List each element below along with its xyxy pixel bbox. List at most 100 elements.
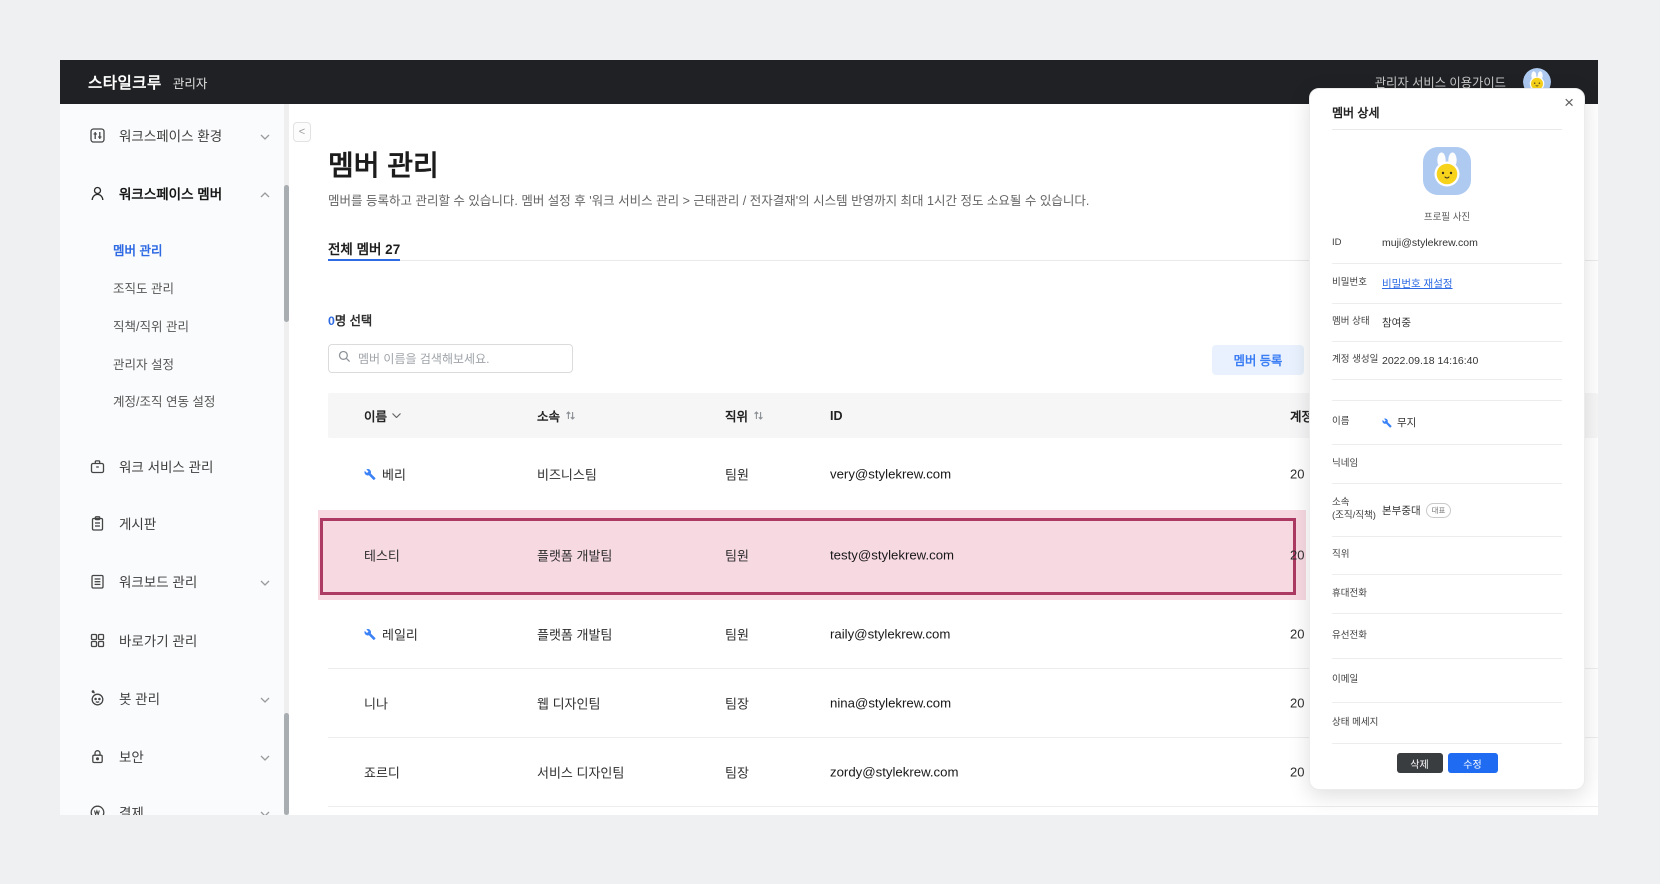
- sidebar-item-security[interactable]: 보안: [88, 744, 270, 768]
- field-row-landline: 유선전화: [1332, 614, 1562, 659]
- profile-section: 프로필 사진: [1310, 147, 1584, 223]
- member-created-cell: 20: [1290, 696, 1304, 711]
- member-id-cell: very@stylekrew.com: [830, 467, 951, 482]
- sidebar-item-shortcut[interactable]: 바로가기 관리: [88, 628, 270, 652]
- chevron-down-icon: [260, 128, 270, 143]
- delete-button[interactable]: 삭제: [1397, 753, 1443, 773]
- grid-icon: [88, 631, 106, 649]
- member-name-cell: 테스티: [364, 546, 400, 565]
- profile-photo-label: 프로필 사진: [1310, 209, 1584, 223]
- member-id-cell: testy@stylekrew.com: [830, 548, 954, 563]
- column-header-org[interactable]: 소속: [537, 393, 576, 438]
- sidebar-item-bulletin[interactable]: 게시판: [88, 511, 270, 535]
- member-position-cell: 팀장: [725, 694, 749, 713]
- admin-wrench-icon: [364, 468, 376, 480]
- chevron-down-icon: [260, 691, 270, 706]
- member-name-cell: 니나: [364, 694, 388, 713]
- panel-buttons: 삭제 수정: [1332, 753, 1562, 773]
- column-header-position[interactable]: 직위: [725, 393, 764, 438]
- sidebar-item-payment[interactable]: 결제: [88, 800, 270, 815]
- chevron-down-icon: [260, 574, 270, 589]
- edit-button[interactable]: 수정: [1448, 753, 1498, 773]
- chevron-down-icon: [392, 413, 401, 418]
- brand-logo[interactable]: 스타일크루: [88, 71, 162, 93]
- screen-background: 스타일크루 관리자 관리자 서비스 이용가이드 워크스페이스 환경: [0, 0, 1660, 884]
- sidebar-item-bot[interactable]: 봇 관리: [88, 686, 270, 710]
- sidebar-item-label: 워크보드 관리: [119, 571, 197, 591]
- sidebar-collapse-button[interactable]: <: [293, 122, 311, 142]
- sidebar-item-workboard[interactable]: 워크보드 관리: [88, 569, 270, 593]
- robot-icon: [88, 689, 106, 707]
- member-created-cell: 20: [1290, 765, 1304, 780]
- tab-all-members[interactable]: 전체 멤버 27: [328, 238, 400, 261]
- lock-icon: [88, 747, 106, 765]
- member-name-cell: 레일리: [364, 625, 418, 644]
- admin-wrench-icon: [1382, 418, 1392, 428]
- member-org-cell: 플랫폼 개발팀: [537, 546, 612, 565]
- field-row-status-message: 상태 메세지: [1332, 703, 1562, 744]
- sort-icon: [565, 410, 576, 421]
- sidebar-item-label: 워크스페이스 환경: [119, 125, 222, 145]
- member-created-cell: 20: [1290, 627, 1304, 642]
- member-search-input[interactable]: [358, 352, 563, 366]
- sidebar-scrollbar[interactable]: [284, 104, 289, 815]
- sidebar-item-label: 게시판: [119, 513, 156, 533]
- member-name-cell: 죠르디: [364, 763, 400, 782]
- member-position-cell: 팀장: [725, 763, 749, 782]
- column-header-name[interactable]: 이름: [364, 393, 401, 438]
- member-org-cell: 서비스 디자인팀: [537, 763, 624, 782]
- panel-title: 멤버 상세: [1332, 104, 1380, 121]
- column-header-id: ID: [830, 393, 843, 438]
- field-row-name: 이름 무지: [1332, 401, 1562, 445]
- member-org-cell: 웹 디자인팀: [537, 694, 600, 713]
- clipboard-icon: [88, 514, 106, 532]
- scrollbar-thumb[interactable]: [284, 713, 289, 815]
- sidebar-item-workspace-member[interactable]: 워크스페이스 멤버: [88, 181, 270, 205]
- app-window: 스타일크루 관리자 관리자 서비스 이용가이드 워크스페이스 환경: [60, 60, 1598, 815]
- chevron-down-icon: [260, 805, 270, 816]
- sidebar-item-label: 봇 관리: [119, 688, 160, 708]
- person-icon: [88, 184, 106, 202]
- field-row-id: ID muji@stylekrew.com: [1332, 223, 1562, 264]
- field-row-email: 이메일: [1332, 659, 1562, 703]
- member-position-cell: 팀원: [725, 465, 749, 484]
- member-org-cell: 플랫폼 개발팀: [537, 625, 612, 644]
- member-id-cell: zordy@stylekrew.com: [830, 765, 958, 780]
- close-icon[interactable]: ×: [1564, 93, 1574, 113]
- highlight-border: [320, 518, 1296, 595]
- sidebar-subitem-org-chart[interactable]: 조직도 관리: [113, 277, 174, 297]
- field-row-nickname: 닉네임: [1332, 445, 1562, 484]
- sidebar-subitem-admin-settings[interactable]: 관리자 설정: [113, 353, 174, 373]
- password-reset-link[interactable]: 비밀번호 재설정: [1382, 276, 1453, 291]
- section-gap: [1332, 380, 1562, 401]
- muzi-avatar-icon: [1423, 147, 1471, 195]
- divider: [1332, 129, 1562, 130]
- member-id-cell: nina@stylekrew.com: [830, 696, 951, 711]
- sidebar-item-work-service[interactable]: 워크 서비스 관리: [88, 454, 270, 478]
- scrollbar-thumb[interactable]: [284, 185, 289, 322]
- sidebar: 워크스페이스 환경 워크스페이스 멤버 멤버 관리 조직도 관리 직책/직위 관…: [60, 104, 284, 815]
- sidebar-item-label: 보안: [119, 746, 144, 766]
- admin-wrench-icon: [364, 628, 376, 640]
- sidebar-subitem-account-sync[interactable]: 계정/조직 연동 설정: [113, 390, 215, 410]
- sidebar-item-label: 바로가기 관리: [119, 630, 197, 650]
- chevron-up-icon: [260, 186, 270, 201]
- sidebar-item-workspace-env[interactable]: 워크스페이스 환경: [88, 123, 270, 147]
- profile-photo[interactable]: [1423, 147, 1471, 195]
- page-description: 멤버를 등록하고 관리할 수 있습니다. 멤버 설정 후 '워크 서비스 관리 …: [328, 190, 1089, 209]
- member-org-cell: 비즈니스팀: [537, 465, 597, 484]
- member-detail-panel: × 멤버 상세 프로필 사진 ID muji@st: [1309, 88, 1585, 790]
- sidebar-subitem-member-management[interactable]: 멤버 관리: [113, 239, 162, 259]
- sidebar-subitem-title-position[interactable]: 직책/직위 관리: [113, 315, 189, 335]
- field-row-status: 멤버 상태 참여중: [1332, 304, 1562, 342]
- detail-fields: ID muji@stylekrew.com 비밀번호 비밀번호 재설정 멤버 상…: [1332, 223, 1562, 744]
- role-badge: 대표: [1426, 503, 1452, 518]
- pay-circle-icon: [88, 803, 106, 815]
- search-icon: [338, 350, 351, 368]
- member-position-cell: 팀원: [725, 625, 749, 644]
- chevron-down-icon: [260, 749, 270, 764]
- member-register-button[interactable]: 멤버 등록: [1212, 345, 1304, 375]
- member-position-cell: 팀원: [725, 546, 749, 565]
- member-created-cell: 20: [1290, 467, 1304, 482]
- field-row-org: 소속(조직/직책) 본부중대 대표: [1332, 484, 1562, 537]
